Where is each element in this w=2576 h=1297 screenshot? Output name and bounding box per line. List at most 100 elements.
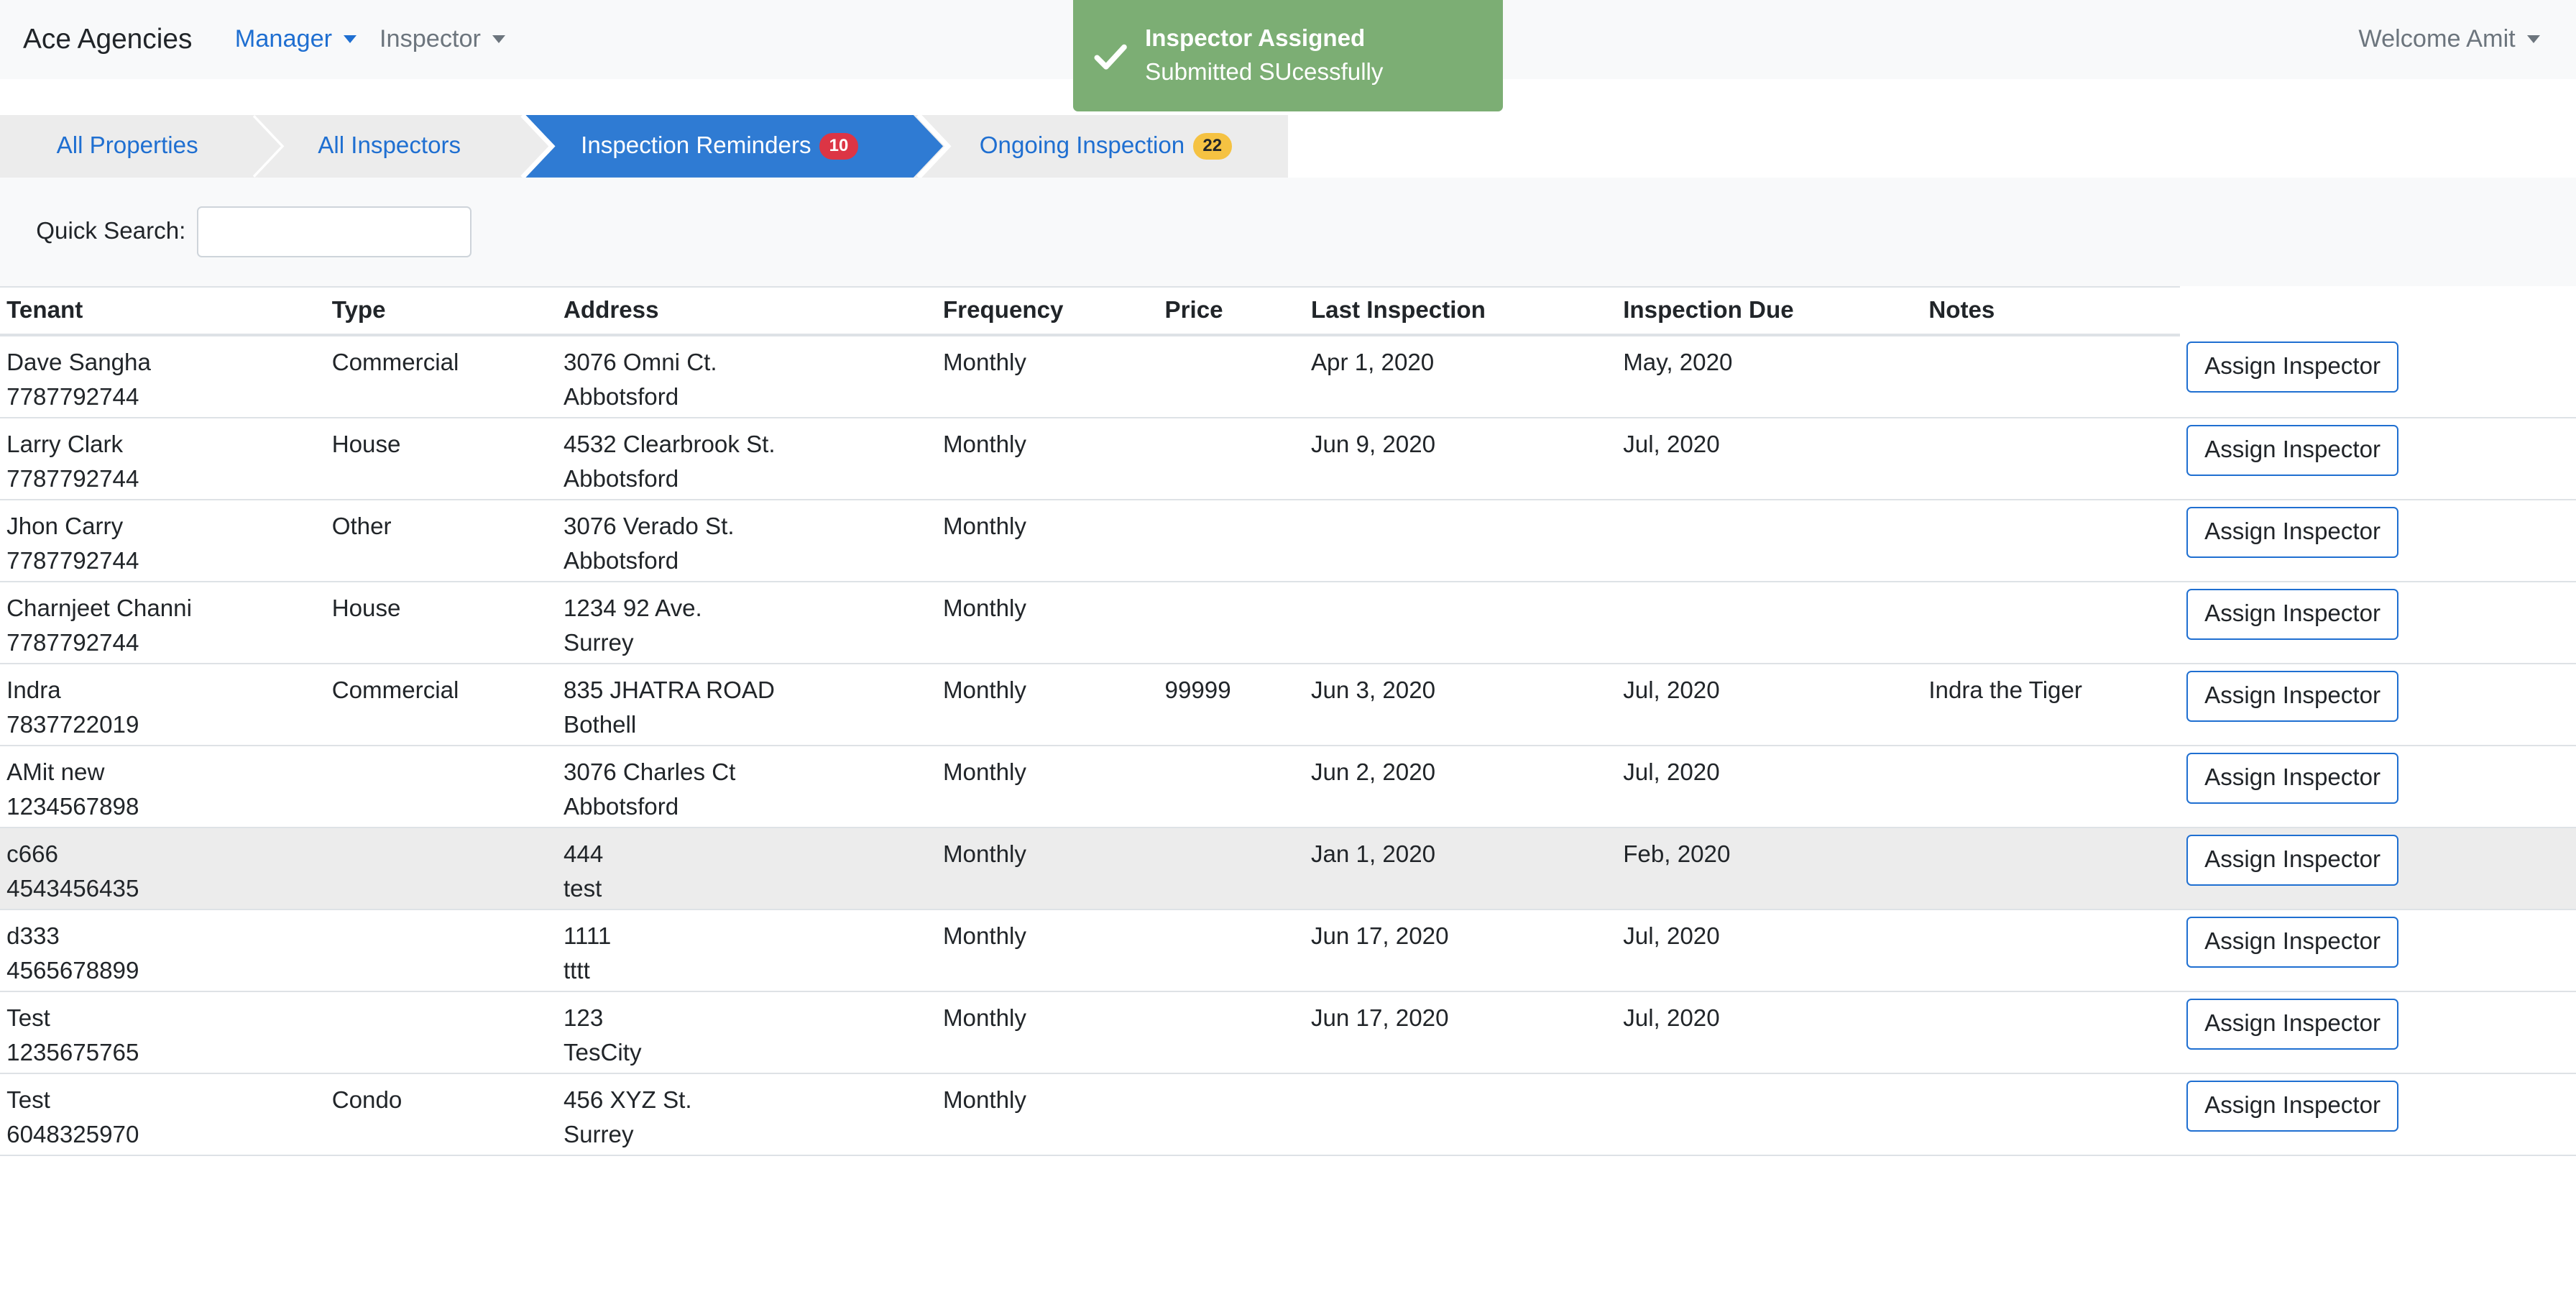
table-row: c666 4543456435 444 test Monthly Jan 1, 2020 F… bbox=[0, 827, 2576, 910]
frequency-cell: Monthly bbox=[936, 991, 1159, 1074]
inspector-dropdown-label: Inspector bbox=[380, 25, 481, 53]
tab-all-properties[interactable]: All Properties bbox=[0, 115, 254, 178]
address-city: TesCity bbox=[563, 1040, 642, 1067]
last-inspection-cell bbox=[1304, 499, 1617, 582]
address-cell: 3076 Verado St. Abbotsford bbox=[556, 499, 937, 582]
type-cell bbox=[325, 745, 557, 828]
tenant-cell: c666 4543456435 bbox=[0, 827, 326, 910]
price-cell bbox=[1158, 909, 1305, 992]
assign-inspector-button[interactable]: Assign Inspector bbox=[2186, 588, 2399, 640]
inspector-dropdown[interactable]: Inspector bbox=[380, 25, 505, 53]
tab-inspection-reminders[interactable]: Inspection Reminders 10 bbox=[558, 115, 880, 178]
address-city: Bothell bbox=[563, 712, 637, 739]
tenant-phone: 7787792744 bbox=[6, 384, 139, 411]
action-cell: Assign Inspector bbox=[2180, 417, 2576, 500]
type-cell: Commercial bbox=[325, 663, 557, 746]
notes-cell: Indra the Tiger bbox=[1922, 663, 2181, 746]
inspection-due-cell: Jul, 2020 bbox=[1616, 745, 1923, 828]
tenant-phone: 1234567898 bbox=[6, 794, 139, 821]
frequency-cell: Monthly bbox=[936, 909, 1159, 992]
brand-logo-text[interactable]: Ace Agencies bbox=[23, 24, 192, 55]
manager-dropdown[interactable]: Manager bbox=[235, 25, 357, 53]
table-row: AMit new 1234567898 3076 Charles Ct Abbotsf… bbox=[0, 745, 2576, 828]
table-row: d333 4565678899 1111 tttt Monthly Jun 17, 202… bbox=[0, 909, 2576, 992]
price-cell bbox=[1158, 334, 1305, 418]
notes-cell bbox=[1922, 745, 2181, 828]
action-cell: Assign Inspector bbox=[2180, 334, 2576, 418]
notes-cell bbox=[1922, 417, 2181, 500]
column-header-price[interactable]: Price bbox=[1158, 285, 1305, 336]
address-cell: 456 XYZ St. Surrey bbox=[556, 1073, 937, 1156]
assign-inspector-button[interactable]: Assign Inspector bbox=[2186, 1080, 2399, 1132]
address-city: Abbotsford bbox=[563, 384, 679, 411]
frequency-cell: Monthly bbox=[936, 334, 1159, 418]
action-cell: Assign Inspector bbox=[2180, 499, 2576, 582]
tenant-cell: Dave Sangha 7787792744 bbox=[0, 334, 326, 418]
last-inspection-cell: Jun 3, 2020 bbox=[1304, 663, 1617, 746]
column-header-frequency[interactable]: Frequency bbox=[936, 285, 1159, 336]
quick-search-input[interactable] bbox=[197, 206, 472, 257]
assign-inspector-button[interactable]: Assign Inspector bbox=[2186, 506, 2399, 558]
tab-label: All Inspectors bbox=[318, 132, 461, 160]
tab-label: All Properties bbox=[56, 132, 198, 160]
tenant-name: Indra bbox=[6, 677, 61, 705]
address-city: Abbotsford bbox=[563, 548, 679, 575]
tenant-name: Test bbox=[6, 1005, 50, 1032]
column-header-inspection-due[interactable]: Inspection Due bbox=[1616, 285, 1923, 336]
tenant-cell: Charnjeet Channi 7787792744 bbox=[0, 581, 326, 664]
address-city: tttt bbox=[563, 958, 590, 985]
assign-inspector-button[interactable]: Assign Inspector bbox=[2186, 834, 2399, 886]
action-cell: Assign Inspector bbox=[2180, 1073, 2576, 1156]
address-cell: 3076 Charles Ct Abbotsford bbox=[556, 745, 937, 828]
column-header-address[interactable]: Address bbox=[556, 285, 937, 336]
tab-all-inspectors[interactable]: All Inspectors bbox=[259, 115, 519, 178]
last-inspection-cell: Jun 17, 2020 bbox=[1304, 991, 1617, 1074]
tenant-name: Dave Sangha bbox=[6, 349, 151, 377]
last-inspection-cell: Jun 17, 2020 bbox=[1304, 909, 1617, 992]
column-header-type[interactable]: Type bbox=[325, 285, 557, 336]
assign-inspector-button[interactable]: Assign Inspector bbox=[2186, 670, 2399, 722]
table-row: Test 1235675765 123 TesCity Monthly Jun 17, 2… bbox=[0, 991, 2576, 1074]
type-cell bbox=[325, 827, 557, 910]
toast-body: Inspector Assigned Submitted SUcessfully bbox=[1145, 25, 1383, 86]
column-header-tenant[interactable]: Tenant bbox=[0, 285, 326, 336]
address-cell: 123 TesCity bbox=[556, 991, 937, 1074]
check-icon bbox=[1094, 44, 1127, 70]
tenant-cell: AMit new 1234567898 bbox=[0, 745, 326, 828]
user-menu[interactable]: Welcome Amit bbox=[2358, 0, 2540, 79]
inspection-due-cell bbox=[1616, 581, 1923, 664]
notes-cell bbox=[1922, 334, 2181, 418]
address-street: 123 bbox=[563, 1005, 604, 1032]
tab-ongoing-inspection[interactable]: Ongoing Inspection 22 bbox=[949, 115, 1261, 178]
table-row: Test 6048325970 Condo 456 XYZ St. Surrey Mont… bbox=[0, 1073, 2576, 1156]
address-street: 3076 Omni Ct. bbox=[563, 349, 717, 377]
address-city: test bbox=[563, 876, 602, 903]
tenant-cell: d333 4565678899 bbox=[0, 909, 326, 992]
column-header-last-inspection[interactable]: Last Inspection bbox=[1304, 285, 1617, 336]
assign-inspector-button[interactable]: Assign Inspector bbox=[2186, 341, 2399, 393]
address-city: Surrey bbox=[563, 630, 634, 657]
action-cell: Assign Inspector bbox=[2180, 991, 2576, 1074]
tenant-cell: Larry Clark 7787792744 bbox=[0, 417, 326, 500]
action-cell: Assign Inspector bbox=[2180, 827, 2576, 910]
address-cell: 835 JHATRA ROAD Bothell bbox=[556, 663, 937, 746]
toast-message: Submitted SUcessfully bbox=[1145, 59, 1384, 86]
assign-inspector-button[interactable]: Assign Inspector bbox=[2186, 424, 2399, 476]
assign-inspector-button[interactable]: Assign Inspector bbox=[2186, 998, 2399, 1050]
tenant-name: Jhon Carry bbox=[6, 513, 124, 541]
action-cell: Assign Inspector bbox=[2180, 581, 2576, 664]
column-header-notes[interactable]: Notes bbox=[1922, 285, 2181, 336]
search-bar: Quick Search: bbox=[0, 177, 2576, 286]
table-row: Larry Clark 7787792744 House 4532 Clearbroo… bbox=[0, 417, 2576, 500]
tenant-phone: 7837722019 bbox=[6, 712, 139, 739]
chevron-down-icon bbox=[344, 35, 357, 43]
frequency-cell: Monthly bbox=[936, 663, 1159, 746]
tenant-phone: 1235675765 bbox=[6, 1040, 139, 1067]
assign-inspector-button[interactable]: Assign Inspector bbox=[2186, 916, 2399, 968]
assign-inspector-button[interactable]: Assign Inspector bbox=[2186, 752, 2399, 804]
frequency-cell: Monthly bbox=[936, 581, 1159, 664]
frequency-cell: Monthly bbox=[936, 745, 1159, 828]
last-inspection-cell: Jun 9, 2020 bbox=[1304, 417, 1617, 500]
frequency-cell: Monthly bbox=[936, 827, 1159, 910]
price-cell bbox=[1158, 745, 1305, 828]
